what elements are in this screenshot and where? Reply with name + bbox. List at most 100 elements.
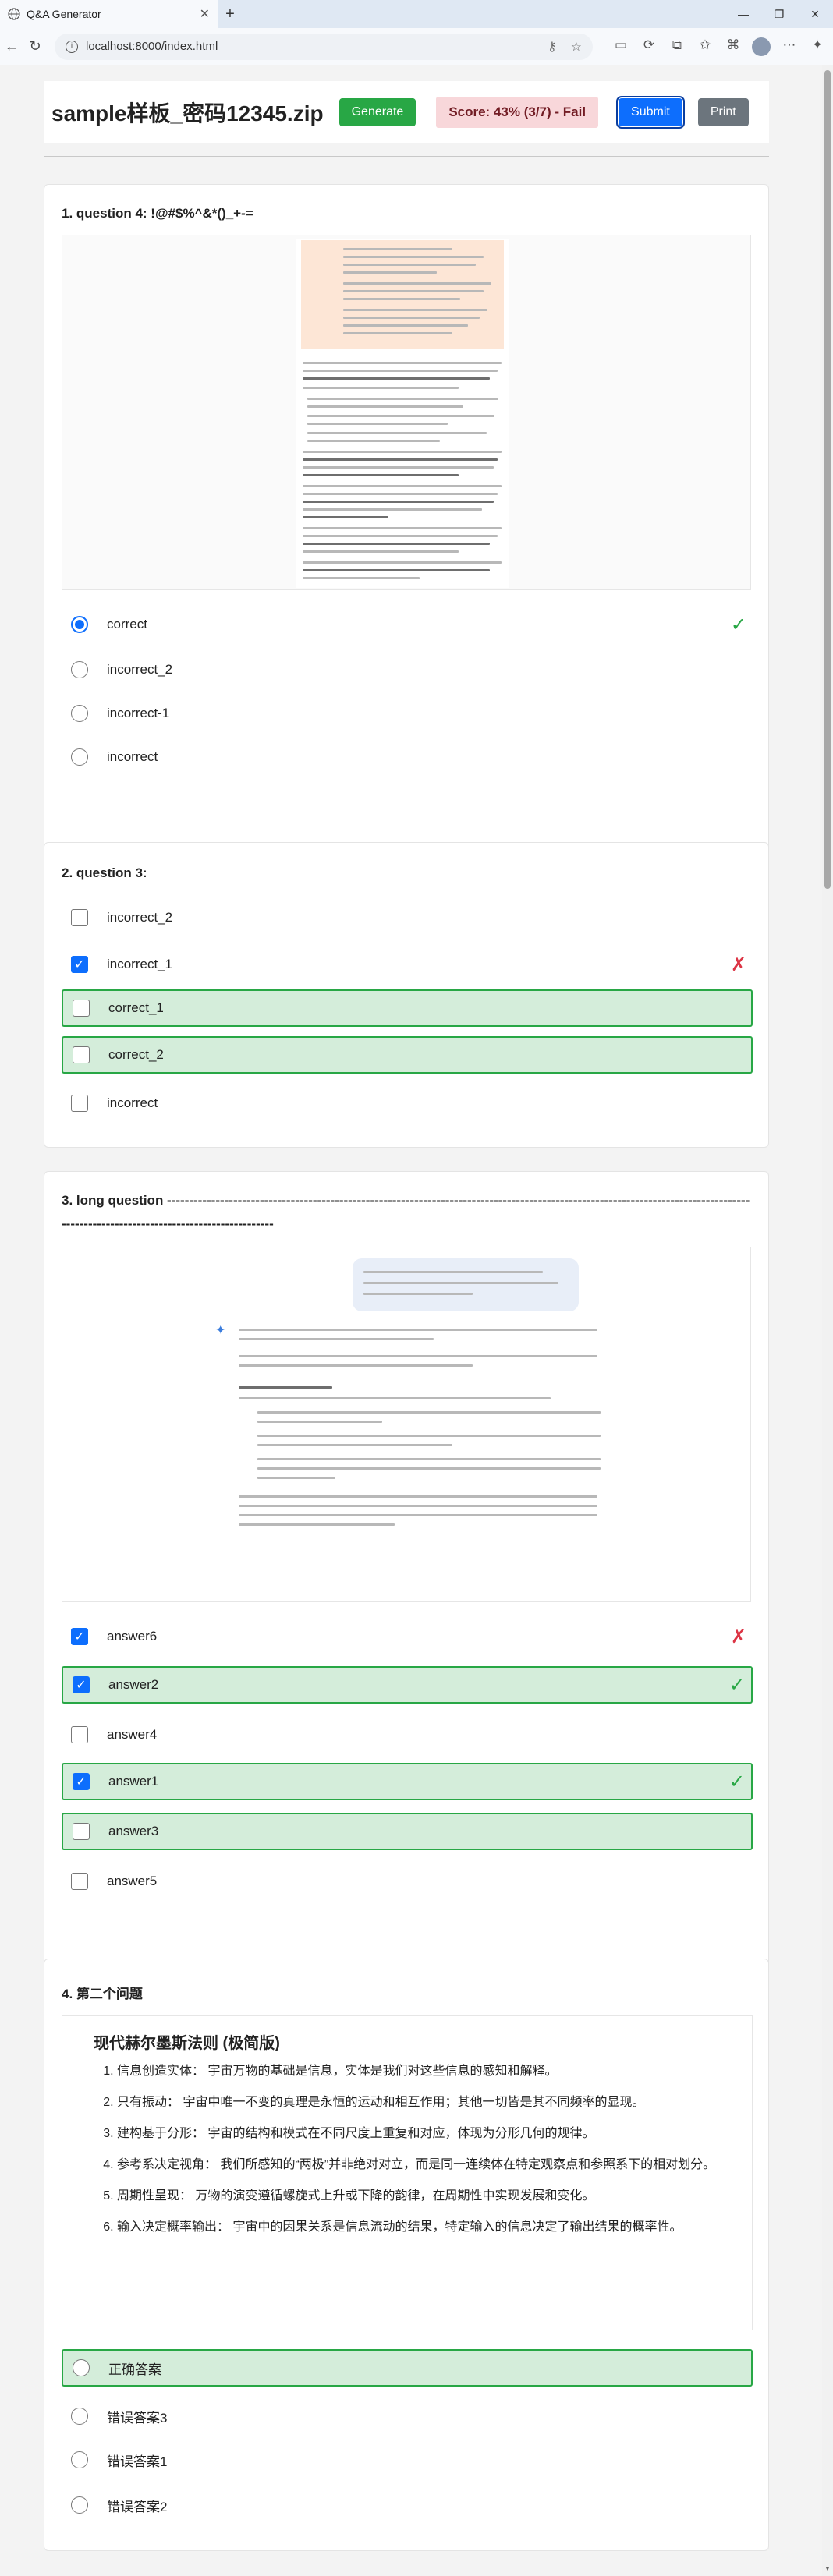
address-bar: ← ↻ i localhost:8000/index.html ⚷ ☆ ▭ ⟳ …	[0, 28, 833, 65]
correct-check-icon: ✓	[730, 614, 746, 635]
option-row[interactable]: 错误答案3	[62, 2397, 753, 2435]
favorites-icon[interactable]: ✩	[691, 37, 719, 56]
option-label: incorrect_1	[107, 957, 173, 971]
option-row[interactable]: incorrect_2	[62, 899, 753, 936]
question-card-1: 1. question 4: !@#$%^&*()_+-= correct ✓ …	[44, 184, 769, 878]
page-content: sample样板_密码12345.zip Generate Score: 43%…	[0, 65, 822, 2576]
split-screen-icon[interactable]: ▭	[607, 37, 635, 56]
profile-avatar[interactable]	[747, 37, 775, 56]
collections-icon[interactable]: ⌘	[719, 37, 747, 56]
page-header: sample样板_密码12345.zip Generate Score: 43%…	[44, 81, 769, 143]
option-row[interactable]: answer5	[62, 1863, 753, 1900]
rule-item: 周期性呈现： 万物的演变遵循螺旋式上升或下降的韵律，在周期性中实现发展和变化。	[117, 2185, 721, 2207]
checkbox[interactable]	[73, 1046, 90, 1063]
more-menu-icon[interactable]: ⋯	[775, 37, 803, 56]
radio-button[interactable]	[73, 2359, 90, 2376]
score-badge: Score: 43% (3/7) - Fail	[436, 97, 599, 128]
back-icon[interactable]: ←	[0, 38, 23, 55]
site-info-icon[interactable]: i	[66, 40, 78, 53]
close-tab-icon[interactable]: ✕	[200, 6, 210, 22]
close-window-icon[interactable]: ✕	[797, 8, 833, 21]
checkbox[interactable]	[71, 909, 88, 926]
rules-list: 信息创造实体： 宇宙万物的基础是信息，实体是我们对这些信息的感知和解释。 只有振…	[94, 2061, 721, 2238]
url-text: localhost:8000/index.html	[86, 40, 218, 53]
option-row[interactable]: answer4	[62, 1716, 753, 1753]
document-screenshot	[296, 239, 509, 588]
scrollbar-thumb[interactable]	[824, 70, 831, 889]
minimize-icon[interactable]: —	[725, 8, 761, 21]
checkbox[interactable]	[73, 1823, 90, 1840]
extensions-icon[interactable]: ⧉	[663, 37, 691, 56]
radio-button[interactable]	[71, 2451, 88, 2468]
option-row[interactable]: correct ✓	[62, 606, 753, 643]
sparkle-icon: ✦	[215, 1324, 226, 1337]
checkbox[interactable]	[71, 1095, 88, 1112]
option-row[interactable]: 错误答案2	[62, 2486, 753, 2524]
checkbox[interactable]	[71, 1873, 88, 1890]
refresh-icon[interactable]: ↻	[23, 38, 47, 55]
rule-item: 输入决定概率输出： 宇宙中的因果关系是信息流动的结果，特定输入的信息决定了输出结…	[117, 2217, 721, 2238]
option-label: answer4	[107, 1727, 158, 1742]
correct-check-icon: ✓	[728, 1674, 745, 1696]
option-row[interactable]: ✓ answer6 ✗	[62, 1618, 753, 1655]
option-label: incorrect	[107, 749, 158, 764]
question-title: 2. question 3:	[62, 865, 147, 880]
checkbox[interactable]: ✓	[73, 1676, 90, 1693]
option-label: 正确答案	[108, 2362, 161, 2377]
radio-button[interactable]	[71, 2408, 88, 2425]
option-row[interactable]: incorrect-1	[62, 695, 753, 732]
option-label: incorrect_2	[107, 910, 173, 925]
scroll-down-arrow-icon[interactable]: ▼	[824, 2565, 831, 2572]
question-rich-content: 现代赫尔墨斯法则 (极简版) 信息创造实体： 宇宙万物的基础是信息，实体是我们对…	[62, 2015, 753, 2330]
question-title: 1. question 4: !@#$%^&*()_+-=	[62, 206, 253, 221]
checkbox[interactable]	[73, 1000, 90, 1017]
option-row[interactable]: incorrect_2	[62, 651, 753, 688]
checkbox[interactable]: ✓	[73, 1773, 90, 1790]
radio-button[interactable]	[71, 616, 88, 633]
favorite-star-icon[interactable]: ☆	[571, 39, 582, 55]
question-image: ✦	[62, 1247, 751, 1602]
restore-icon[interactable]: ❐	[761, 8, 797, 21]
radio-button[interactable]	[71, 705, 88, 722]
option-label: 错误答案2	[107, 2499, 168, 2514]
option-row[interactable]: incorrect	[62, 738, 753, 776]
option-row-correct[interactable]: answer3	[62, 1813, 753, 1850]
option-row[interactable]: 错误答案1	[62, 2441, 753, 2479]
option-label: answer1	[108, 1774, 159, 1789]
option-label: answer2	[108, 1677, 159, 1692]
tab-title: Q&A Generator	[27, 8, 101, 20]
option-label: 错误答案1	[107, 2454, 168, 2469]
question-card-2: 2. question 3: incorrect_2 ✓ incorrect_1…	[44, 842, 769, 1148]
checkbox[interactable]: ✓	[71, 956, 88, 973]
checkbox[interactable]: ✓	[71, 1628, 88, 1645]
option-row-correct[interactable]: correct_2	[62, 1036, 753, 1074]
submit-button[interactable]: Submit	[616, 96, 685, 129]
copilot-icon[interactable]: ✦	[803, 37, 831, 56]
option-row[interactable]: ✓ incorrect_1 ✗	[62, 946, 753, 983]
url-field[interactable]: i localhost:8000/index.html ⚷ ☆	[55, 33, 593, 60]
key-icon[interactable]: ⚷	[548, 39, 557, 55]
radio-button[interactable]	[71, 2496, 88, 2514]
option-row-correct[interactable]: 正确答案	[62, 2349, 753, 2387]
print-button[interactable]: Print	[697, 98, 749, 126]
new-tab-icon[interactable]: +	[218, 5, 242, 23]
reader-icon[interactable]: ⟳	[635, 37, 663, 56]
question-card-3: 3. long question -----------------------…	[44, 1171, 769, 1996]
option-row-correct[interactable]: ✓ answer2 ✓	[62, 1666, 753, 1704]
question-image	[62, 235, 751, 590]
question-title: 3. long question -----------------------…	[62, 1193, 750, 1231]
option-label: 错误答案3	[107, 2410, 168, 2426]
zip-filename: sample样板_密码12345.zip	[51, 101, 324, 126]
radio-button[interactable]	[71, 748, 88, 766]
option-row-correct[interactable]: correct_1	[62, 989, 753, 1027]
wrong-cross-icon: ✗	[730, 1626, 746, 1647]
radio-button[interactable]	[71, 661, 88, 678]
browser-tab[interactable]: Q&A Generator ✕	[0, 0, 218, 28]
option-row[interactable]: incorrect	[62, 1085, 753, 1122]
option-row-correct[interactable]: ✓ answer1 ✓	[62, 1763, 753, 1800]
generate-button[interactable]: Generate	[339, 98, 416, 126]
rule-item: 只有振动： 宇宙中唯一不变的真理是永恒的运动和相互作用；其他一切皆是其不同频率的…	[117, 2092, 721, 2114]
correct-check-icon: ✓	[728, 1771, 745, 1792]
option-label: incorrect	[107, 1095, 158, 1110]
checkbox[interactable]	[71, 1726, 88, 1743]
